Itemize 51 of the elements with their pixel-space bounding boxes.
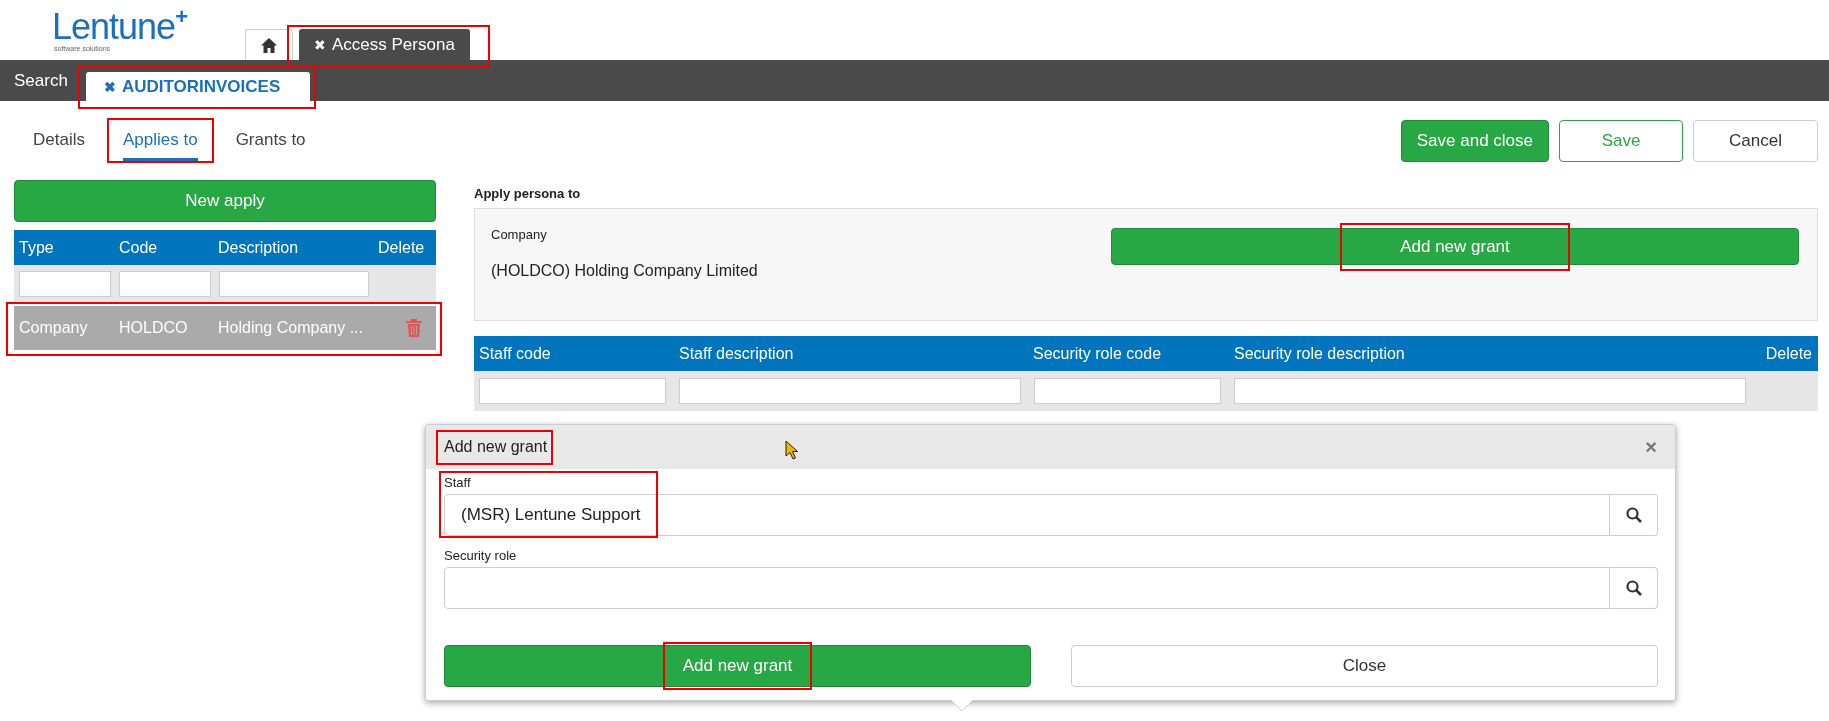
action-button[interactable]: Save bbox=[1559, 120, 1683, 162]
input-field[interactable] bbox=[444, 567, 1610, 609]
column-header: Code bbox=[119, 238, 159, 257]
field-value: (HOLDCO) Holding Company Limited bbox=[491, 262, 759, 280]
filter-field[interactable] bbox=[119, 270, 211, 297]
add-grant-button[interactable]: Add new grant bbox=[1111, 228, 1799, 265]
search-icon bbox=[1625, 580, 1642, 596]
logo-text: Lentune bbox=[52, 9, 176, 45]
new-apply-button[interactable]: New apply bbox=[14, 180, 436, 222]
action-button[interactable]: Cancel bbox=[1693, 120, 1818, 162]
column-header: Description bbox=[218, 238, 300, 257]
dialog-button[interactable]: Close bbox=[1071, 645, 1658, 687]
search-icon bbox=[1625, 507, 1642, 523]
home-tab[interactable] bbox=[245, 29, 293, 60]
column-header: Security role code bbox=[1033, 344, 1163, 363]
action-button[interactable]: Save and close bbox=[1400, 120, 1549, 162]
search-button[interactable] bbox=[1610, 494, 1658, 536]
dialog-title: Add new grant bbox=[444, 438, 548, 456]
trash-icon bbox=[406, 319, 422, 337]
section-title: Apply persona to bbox=[474, 186, 582, 201]
dialog-button[interactable]: Add new grant bbox=[444, 645, 1031, 687]
logo-plus: + bbox=[175, 9, 188, 25]
column-header: Delete bbox=[378, 238, 426, 257]
tab[interactable]: ✖ Access Persona bbox=[299, 29, 470, 60]
search-link[interactable]: Search bbox=[14, 70, 68, 91]
filter-field[interactable] bbox=[1234, 378, 1746, 404]
home-icon bbox=[260, 36, 278, 54]
filter-field[interactable] bbox=[479, 378, 666, 404]
column-header: Delete bbox=[1765, 344, 1813, 363]
column-header: Security role description bbox=[1234, 344, 1406, 363]
tab[interactable]: Applies to bbox=[122, 122, 198, 161]
filter-field[interactable] bbox=[219, 270, 369, 297]
field-label: Security role bbox=[444, 548, 518, 565]
tab[interactable]: ✖ AUDITORINVOICES bbox=[85, 72, 311, 101]
column-header: Staff description bbox=[679, 344, 795, 363]
table-cell-text: Holding Company ... bbox=[218, 319, 364, 337]
filter-field[interactable] bbox=[679, 378, 1021, 404]
tab[interactable]: Details bbox=[33, 122, 85, 161]
table-cell-text: HOLDCO bbox=[119, 319, 189, 337]
mouse-pointer-icon bbox=[785, 440, 799, 460]
table-cell-text: Company bbox=[18, 319, 89, 337]
close-button[interactable]: × bbox=[1639, 434, 1663, 460]
input-field[interactable]: (MSR) Lentune Support bbox=[444, 494, 1610, 536]
column-header: Type bbox=[18, 238, 55, 257]
field-label: Company bbox=[491, 227, 548, 242]
filter-field[interactable] bbox=[19, 270, 111, 297]
field-label: Staff bbox=[444, 475, 472, 492]
tab[interactable]: Grants to bbox=[235, 122, 306, 161]
filter-field[interactable] bbox=[1034, 378, 1221, 404]
column-header: Staff code bbox=[479, 344, 552, 363]
search-button[interactable] bbox=[1610, 567, 1658, 609]
